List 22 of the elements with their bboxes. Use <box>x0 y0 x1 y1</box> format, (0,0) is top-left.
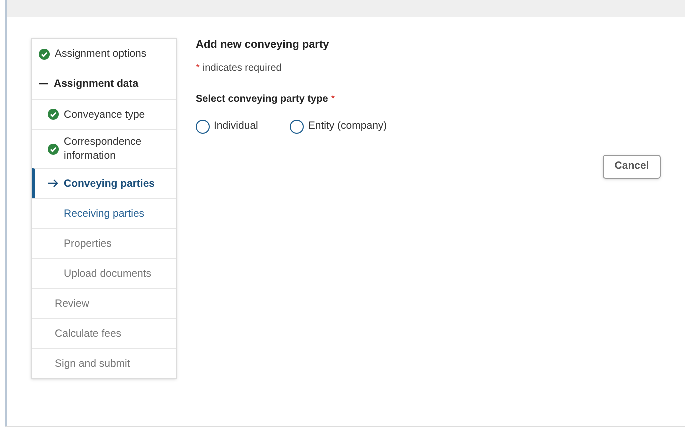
required-mark: * <box>331 93 336 107</box>
step-label: Properties <box>64 236 112 250</box>
step-label: Sign and submit <box>55 356 130 370</box>
radio-label[interactable]: Individual <box>214 119 258 135</box>
question-label: Select conveying party type <box>196 93 328 107</box>
step-label[interactable]: Conveyance type <box>64 108 146 122</box>
radio-button[interactable] <box>290 120 304 134</box>
step-label[interactable]: Receiving parties <box>64 206 145 220</box>
cancel-button[interactable]: Cancel <box>603 154 661 179</box>
required-note: indicates required <box>202 62 282 76</box>
step-label[interactable]: Correspondence information <box>64 135 168 163</box>
step-label[interactable]: Assignment options <box>55 47 147 61</box>
step-label: Calculate fees <box>55 326 122 340</box>
step-label[interactable]: Assignment data <box>54 77 139 91</box>
radio-button[interactable] <box>196 120 210 134</box>
radio-label[interactable]: Entity (company) <box>308 119 388 135</box>
step-label: Upload documents <box>64 266 152 280</box>
step-label[interactable]: Conveying parties <box>64 176 156 190</box>
required-mark: * <box>196 62 200 76</box>
step-label: Review <box>55 296 90 310</box>
arrow-icon <box>48 179 59 188</box>
form-title: Add new conveying party <box>196 38 330 52</box>
